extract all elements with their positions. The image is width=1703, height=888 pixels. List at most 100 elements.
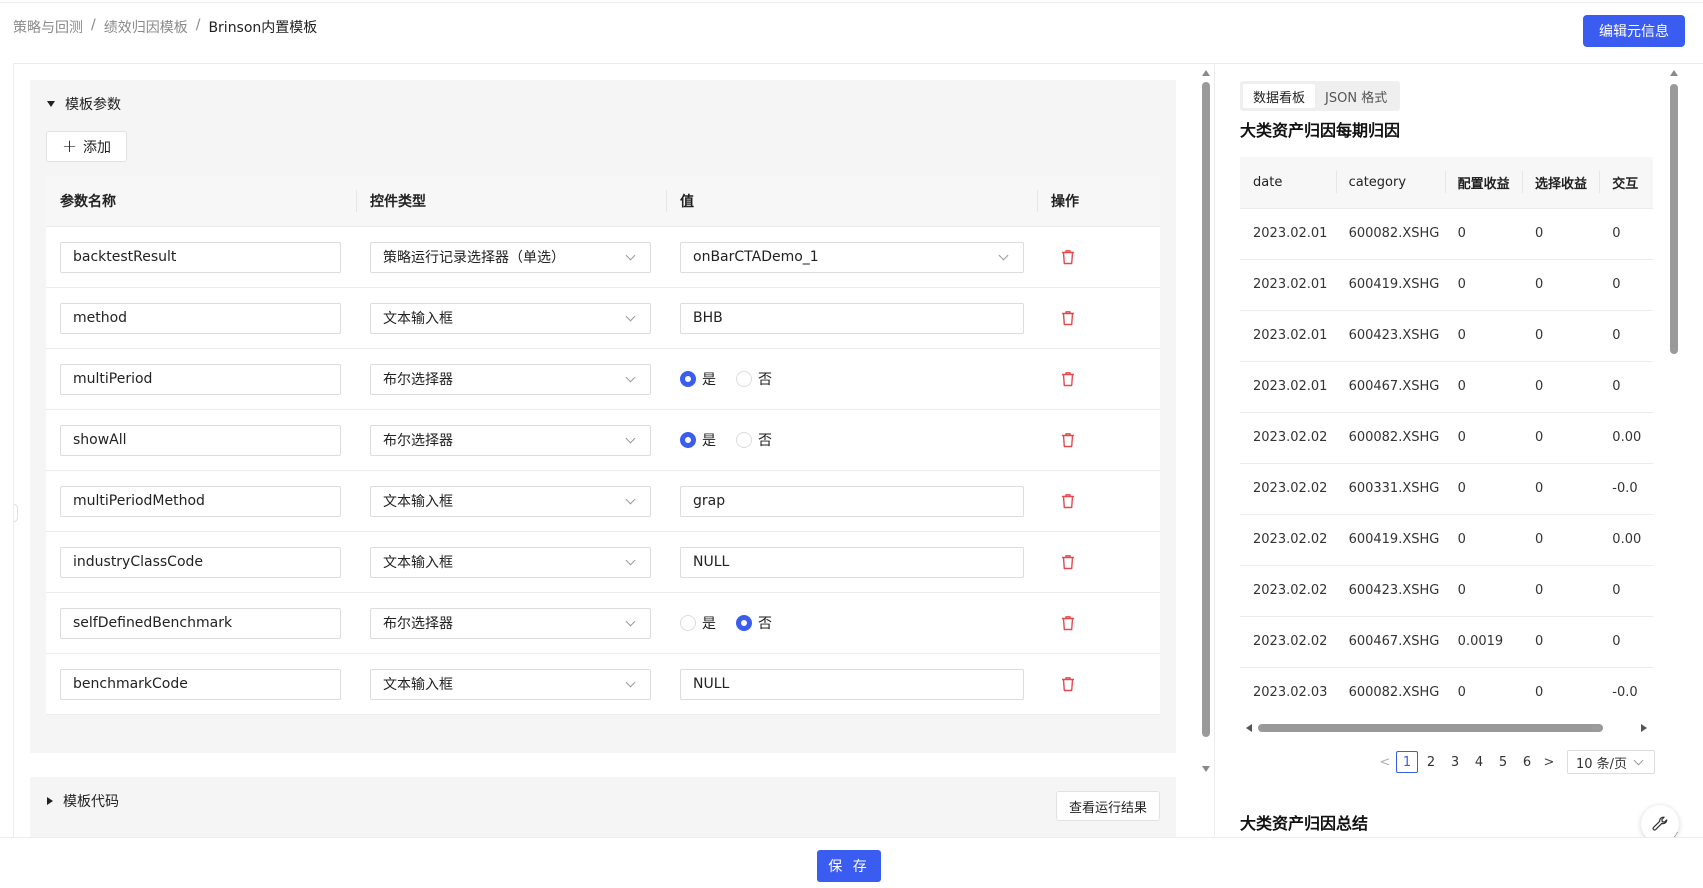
left-vertical-scrollbar[interactable] (1200, 70, 1212, 840)
col-header-allocation[interactable]: 配置收益 (1444, 157, 1522, 209)
param-name-input[interactable]: multiPeriodMethod (60, 485, 341, 517)
param-value-input[interactable]: BHB (680, 302, 1024, 334)
breadcrumb-item-templates[interactable]: 绩效归因模板 (104, 17, 188, 37)
param-name-input[interactable]: selfDefinedBenchmark (60, 607, 341, 639)
cell-selection: 0 (1521, 667, 1600, 717)
save-button[interactable]: 保 存 (817, 850, 881, 882)
cell-selection: 0 (1521, 310, 1600, 362)
radio-yes[interactable] (680, 371, 696, 387)
param-value-select[interactable]: onBarCTADemo_1 (680, 241, 1024, 273)
table-horizontal-scrollbar[interactable] (1240, 720, 1653, 734)
radio-no-label[interactable]: 否 (758, 369, 772, 389)
col-header-category[interactable]: category (1335, 157, 1445, 209)
table-row: 2023.02.01 600467.XSHG 0 0 0 (1240, 361, 1653, 413)
param-name-input[interactable]: multiPeriod (60, 363, 341, 395)
cell-allocation: 0 (1444, 259, 1522, 311)
control-type-select[interactable]: 布尔选择器 (370, 607, 651, 639)
param-value-input[interactable]: NULL (680, 668, 1024, 700)
col-header-interaction[interactable]: 交互 (1599, 157, 1653, 209)
cell-date: 2023.02.03 (1240, 667, 1336, 717)
col-header-date[interactable]: date (1240, 157, 1336, 209)
scroll-right-icon[interactable] (1641, 724, 1647, 732)
param-name-input[interactable]: backtestResult (60, 241, 341, 273)
trash-icon[interactable] (1061, 493, 1075, 509)
param-name-input[interactable]: industryClassCode (60, 546, 341, 578)
radio-yes-label[interactable]: 是 (702, 369, 716, 389)
caret-right-icon (47, 797, 53, 805)
page-3-button[interactable]: 3 (1444, 751, 1466, 773)
cell-selection: 0 (1521, 259, 1600, 311)
radio-no[interactable] (736, 615, 752, 631)
param-row: multiPeriod 布尔选择器 是 否 (46, 349, 1160, 410)
right-vertical-scrollbar[interactable] (1668, 70, 1680, 840)
control-type-select[interactable]: 文本输入框 (370, 668, 651, 700)
scroll-thumb[interactable] (1670, 84, 1678, 354)
prev-page-button[interactable]: < (1375, 755, 1395, 770)
trash-icon[interactable] (1061, 432, 1075, 448)
chevron-down-icon (625, 494, 636, 504)
radio-yes[interactable] (680, 615, 696, 631)
next-page-button[interactable]: > (1539, 755, 1559, 770)
control-type-select[interactable]: 文本输入框 (370, 546, 651, 578)
cell-interaction: -0.0 (1599, 463, 1653, 515)
page-size-select[interactable]: 10 条/页 (1567, 750, 1655, 774)
code-section-title: 模板代码 (63, 794, 119, 810)
trash-icon[interactable] (1061, 310, 1075, 326)
radio-no[interactable] (736, 371, 752, 387)
trash-icon[interactable] (1061, 554, 1075, 570)
scroll-down-icon[interactable] (1202, 766, 1210, 772)
trash-icon[interactable] (1061, 615, 1075, 631)
scroll-thumb[interactable] (1202, 82, 1210, 737)
param-row: showAll 布尔选择器 是 否 (46, 410, 1160, 471)
chevron-down-icon (625, 372, 636, 382)
param-name-input[interactable]: method (60, 302, 341, 334)
page-6-button[interactable]: 6 (1516, 751, 1538, 773)
page-1-button[interactable]: 1 (1396, 751, 1418, 773)
code-collapse-header[interactable]: 模板代码 (47, 791, 119, 811)
scroll-left-icon[interactable] (1246, 724, 1252, 732)
collapse-handle[interactable] (14, 504, 18, 522)
col-header-action: 操作 (1037, 176, 1160, 226)
view-result-button[interactable]: 查看运行结果 (1056, 791, 1160, 821)
radio-yes-label[interactable]: 是 (702, 613, 716, 633)
control-type-select[interactable]: 策略运行记录选择器（单选） (370, 241, 651, 273)
plus-icon: + (61, 135, 78, 157)
scroll-up-icon[interactable] (1670, 70, 1678, 76)
control-type-value: 文本输入框 (383, 494, 453, 510)
trash-icon[interactable] (1061, 249, 1075, 265)
param-name-input[interactable]: benchmarkCode (60, 668, 341, 700)
page-2-button[interactable]: 2 (1420, 751, 1442, 773)
cell-interaction: 0 (1599, 259, 1653, 311)
param-value-input[interactable]: grap (680, 485, 1024, 517)
cell-category: 600082.XSHG (1335, 208, 1445, 260)
tab-json[interactable]: JSON 格式 (1315, 84, 1397, 108)
radio-yes[interactable] (680, 432, 696, 448)
add-param-button[interactable]: + 添加 (46, 131, 127, 162)
scroll-up-icon[interactable] (1202, 70, 1210, 76)
view-tabs: 数据看板 JSON 格式 (1240, 81, 1401, 111)
param-row: selfDefinedBenchmark 布尔选择器 是 否 (46, 593, 1160, 654)
params-table-header: 参数名称 控件类型 值 操作 (46, 176, 1160, 227)
control-type-select[interactable]: 文本输入框 (370, 302, 651, 334)
control-type-select[interactable]: 布尔选择器 (370, 424, 651, 456)
table-row: 2023.02.01 600419.XSHG 0 0 0 (1240, 259, 1653, 311)
control-type-select[interactable]: 文本输入框 (370, 485, 651, 517)
trash-icon[interactable] (1061, 371, 1075, 387)
radio-no[interactable] (736, 432, 752, 448)
scroll-thumb[interactable] (1258, 724, 1603, 732)
page-4-button[interactable]: 4 (1468, 751, 1490, 773)
chevron-down-icon (998, 250, 1009, 260)
radio-no-label[interactable]: 否 (758, 613, 772, 633)
trash-icon[interactable] (1061, 676, 1075, 692)
edit-meta-button[interactable]: 编辑元信息 (1583, 15, 1685, 47)
radio-yes-label[interactable]: 是 (702, 430, 716, 450)
tab-dashboard[interactable]: 数据看板 (1243, 84, 1316, 108)
control-type-select[interactable]: 布尔选择器 (370, 363, 651, 395)
param-value-input[interactable]: NULL (680, 546, 1024, 578)
breadcrumb-item-strategy[interactable]: 策略与回测 (13, 17, 83, 37)
page-5-button[interactable]: 5 (1492, 751, 1514, 773)
param-name-input[interactable]: showAll (60, 424, 341, 456)
radio-no-label[interactable]: 否 (758, 430, 772, 450)
params-collapse-header[interactable]: 模板参数 (47, 94, 121, 114)
col-header-selection[interactable]: 选择收益 (1521, 157, 1600, 209)
